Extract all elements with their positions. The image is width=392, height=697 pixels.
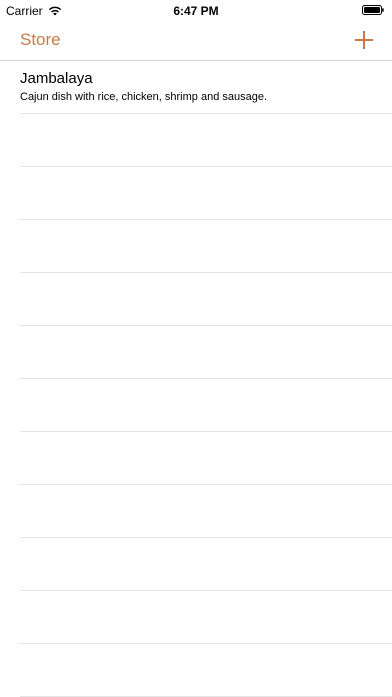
- item-list: Jambalaya Cajun dish with rice, chicken,…: [0, 61, 392, 697]
- list-item[interactable]: [20, 167, 392, 220]
- list-item[interactable]: [20, 485, 392, 538]
- list-item[interactable]: [20, 432, 392, 485]
- plus-icon: [355, 31, 373, 49]
- status-bar: Carrier 6:47 PM: [0, 0, 392, 20]
- list-item[interactable]: [20, 273, 392, 326]
- list-item[interactable]: [20, 326, 392, 379]
- item-title: Jambalaya: [20, 70, 93, 87]
- list-item[interactable]: [20, 644, 392, 697]
- status-time: 6:47 PM: [173, 4, 219, 18]
- list-item[interactable]: [20, 538, 392, 591]
- battery-icon: [362, 5, 384, 15]
- list-item[interactable]: [20, 379, 392, 432]
- navigation-bar: Store: [0, 20, 392, 61]
- item-subtitle: Cajun dish with rice, chicken, shrimp an…: [20, 91, 268, 103]
- list-item[interactable]: [20, 114, 392, 167]
- nav-title: Store: [20, 30, 61, 49]
- list-item[interactable]: [20, 591, 392, 644]
- list-item[interactable]: [20, 220, 392, 273]
- list-item[interactable]: Jambalaya Cajun dish with rice, chicken,…: [20, 61, 392, 114]
- add-button[interactable]: [352, 28, 376, 52]
